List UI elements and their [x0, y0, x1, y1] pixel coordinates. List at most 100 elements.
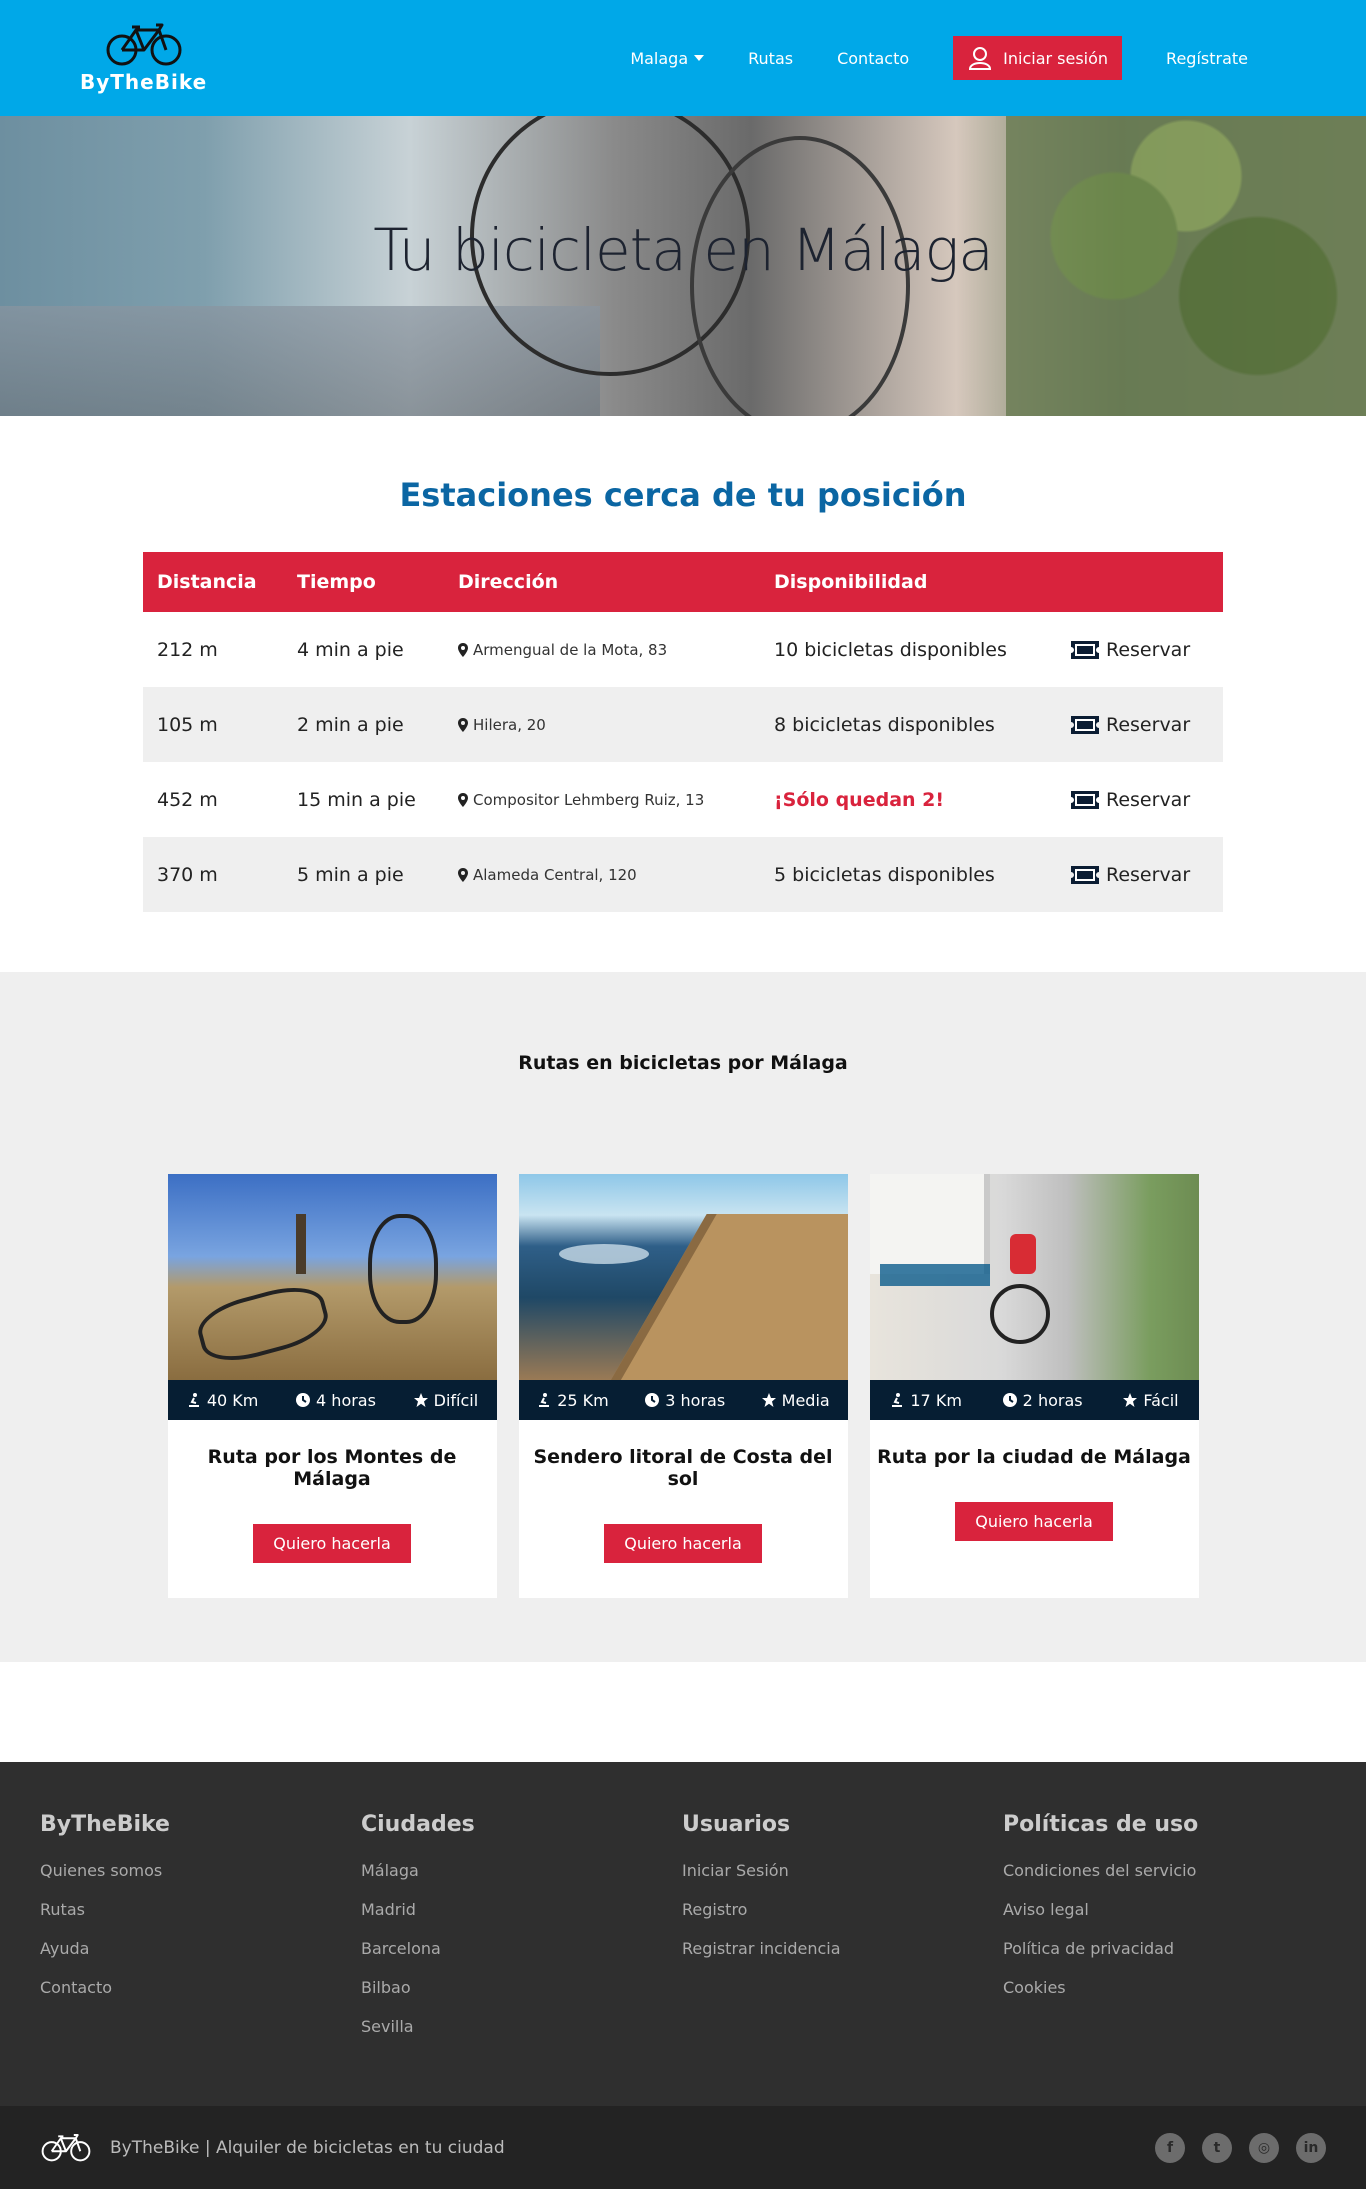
- table-row: 370 m 5 min a pie Alameda Central, 120 5…: [143, 837, 1223, 912]
- nav-contact[interactable]: Contacto: [819, 39, 927, 78]
- reserve-label: Reservar: [1106, 638, 1191, 661]
- logo-text: ByTheBike: [80, 70, 208, 94]
- nav-city-dropdown[interactable]: Malaga: [612, 39, 722, 78]
- footer-link[interactable]: Ayuda: [40, 1929, 361, 1968]
- difficulty-value: Difícil: [433, 1390, 479, 1410]
- nav-routes[interactable]: Rutas: [730, 39, 811, 78]
- duration-stat: 3 horas: [644, 1391, 725, 1410]
- want-route-button[interactable]: Quiero hacerla: [604, 1524, 762, 1563]
- ticket-icon: [1071, 640, 1099, 659]
- footer-link[interactable]: Barcelona: [361, 1929, 682, 1968]
- reserve-label: Reservar: [1106, 863, 1191, 886]
- footer-link[interactable]: Contacto: [40, 1968, 361, 2007]
- col-availability: Disponibilidad: [774, 571, 928, 593]
- distance-value: 25 Km: [557, 1390, 609, 1410]
- login-button[interactable]: Iniciar sesión: [953, 36, 1123, 80]
- duration-value: 4 horas: [316, 1390, 376, 1410]
- site-footer: ByTheBike Quienes somos Rutas Ayuda Cont…: [0, 1762, 1366, 2106]
- footer-link[interactable]: Condiciones del servicio: [1003, 1851, 1324, 1890]
- twitter-icon[interactable]: t: [1202, 2132, 1232, 2163]
- time-cell: 2 min a pie: [297, 713, 404, 736]
- footer-link[interactable]: Sevilla: [361, 2007, 682, 2046]
- duration-stat: 4 horas: [295, 1391, 376, 1410]
- footer-link[interactable]: Aviso legal: [1003, 1890, 1324, 1929]
- footer-column-users: Usuarios Iniciar Sesión Registro Registr…: [682, 1812, 1003, 2106]
- distance-stat: 25 Km: [536, 1391, 609, 1410]
- footer-bottom-bar: ByTheBike | Alquiler de bicicletas en tu…: [0, 2106, 1366, 2189]
- footer-column-policies: Políticas de uso Condiciones del servici…: [1003, 1812, 1324, 2106]
- map-pin-icon: [458, 867, 468, 882]
- footer-link[interactable]: Bilbao: [361, 1968, 682, 2007]
- route-cards: 40 Km 4 horas Difícil Ruta por los Monte…: [0, 1174, 1366, 1598]
- footer-link[interactable]: Málaga: [361, 1851, 682, 1890]
- site-logo[interactable]: ByTheBike: [80, 22, 207, 94]
- footer-column-bythebike: ByTheBike Quienes somos Rutas Ayuda Cont…: [40, 1812, 361, 2106]
- route-title: Ruta por los Montes de Málaga: [207, 1446, 457, 1490]
- facebook-icon[interactable]: f: [1155, 2132, 1185, 2163]
- route-stats: 25 Km 3 horas Media: [518, 1380, 848, 1420]
- want-route-button[interactable]: Quiero hacerla: [253, 1524, 411, 1563]
- col-time: Tiempo: [297, 571, 376, 593]
- difficulty-stat: Fácil: [1122, 1390, 1179, 1410]
- nav-register[interactable]: Regístrate: [1148, 39, 1266, 78]
- distance-cell: 212 m: [157, 638, 218, 661]
- footer-link[interactable]: Política de privacidad: [1003, 1929, 1324, 1968]
- caret-down-icon: [694, 55, 705, 61]
- reserve-label: Reservar: [1106, 788, 1191, 811]
- route-image: [518, 1174, 848, 1380]
- user-icon: [969, 47, 992, 70]
- address-text: Alameda Central, 120: [473, 865, 637, 884]
- reserve-button[interactable]: Reservar: [1070, 639, 1209, 661]
- difficulty-value: Fácil: [1143, 1390, 1179, 1410]
- difficulty-stat: Media: [761, 1391, 830, 1410]
- footer-link[interactable]: Madrid: [361, 1890, 682, 1929]
- distance-cell: 370 m: [157, 863, 218, 886]
- footer-link[interactable]: Quienes somos: [40, 1851, 361, 1890]
- route-image: [869, 1174, 1199, 1380]
- want-route-button[interactable]: Quiero hacerla: [955, 1502, 1113, 1541]
- nav-city-label: Malaga: [630, 48, 689, 68]
- hero-title: Tu bicicleta en Málaga: [373, 216, 994, 284]
- reserve-cell: Reservar: [1056, 687, 1223, 762]
- address-text: Hilera, 20: [473, 715, 546, 734]
- social-links: f t ◎ in: [1155, 2132, 1326, 2163]
- linkedin-icon[interactable]: in: [1296, 2132, 1326, 2163]
- footer-column-cities: Ciudades Málaga Madrid Barcelona Bilbao …: [361, 1812, 682, 2106]
- footer-column-title: ByTheBike: [40, 1812, 170, 1837]
- footer-column-title: Políticas de uso: [1003, 1812, 1199, 1837]
- reserve-button[interactable]: Reservar: [1070, 789, 1209, 811]
- table-row: 105 m 2 min a pie Hilera, 20 8 bicicleta…: [143, 687, 1223, 762]
- col-address: Dirección: [458, 571, 559, 593]
- time-cell: 15 min a pie: [297, 788, 416, 811]
- distance-stat: 40 Km: [186, 1391, 258, 1410]
- footer-column-title: Ciudades: [361, 1812, 475, 1837]
- footer-link[interactable]: Registrar incidencia: [682, 1929, 1003, 1968]
- clock-icon: [645, 1393, 660, 1407]
- cyclist-icon: [188, 1393, 199, 1407]
- route-image: [167, 1174, 497, 1380]
- stations-title: Estaciones cerca de tu posición: [399, 476, 967, 514]
- reserve-cell: Reservar: [1056, 837, 1223, 912]
- reserve-cell: Reservar: [1056, 612, 1223, 687]
- address-text: Armengual de la Mota, 83: [473, 640, 668, 659]
- distance-stat: 17 Km: [889, 1391, 962, 1410]
- duration-value: 2 horas: [1022, 1390, 1083, 1410]
- reserve-button[interactable]: Reservar: [1070, 714, 1209, 736]
- main-nav: Malaga Rutas Contacto Iniciar sesión Reg…: [612, 36, 1266, 80]
- footer-link[interactable]: Registro: [682, 1890, 1003, 1929]
- star-icon: [413, 1393, 428, 1407]
- site-header: ByTheBike Malaga Rutas Contacto Iniciar …: [0, 0, 1366, 116]
- footer-link[interactable]: Cookies: [1003, 1968, 1324, 2007]
- footer-link[interactable]: Iniciar Sesión: [682, 1851, 1003, 1890]
- cyclist-icon: [539, 1393, 550, 1407]
- instagram-icon[interactable]: ◎: [1249, 2132, 1279, 2163]
- table-row: 212 m 4 min a pie Armengual de la Mota, …: [143, 612, 1223, 687]
- bicycle-icon: [106, 23, 182, 66]
- route-title: Sendero litoral de Costa del sol: [533, 1446, 833, 1490]
- reserve-button[interactable]: Reservar: [1070, 864, 1209, 886]
- login-label: Iniciar sesión: [1003, 48, 1109, 68]
- time-cell: 4 min a pie: [297, 638, 404, 661]
- footer-link[interactable]: Rutas: [40, 1890, 361, 1929]
- ticket-icon: [1071, 790, 1099, 809]
- routes-section: Rutas en bicicletas por Málaga 40 Km 4 h…: [0, 972, 1366, 1662]
